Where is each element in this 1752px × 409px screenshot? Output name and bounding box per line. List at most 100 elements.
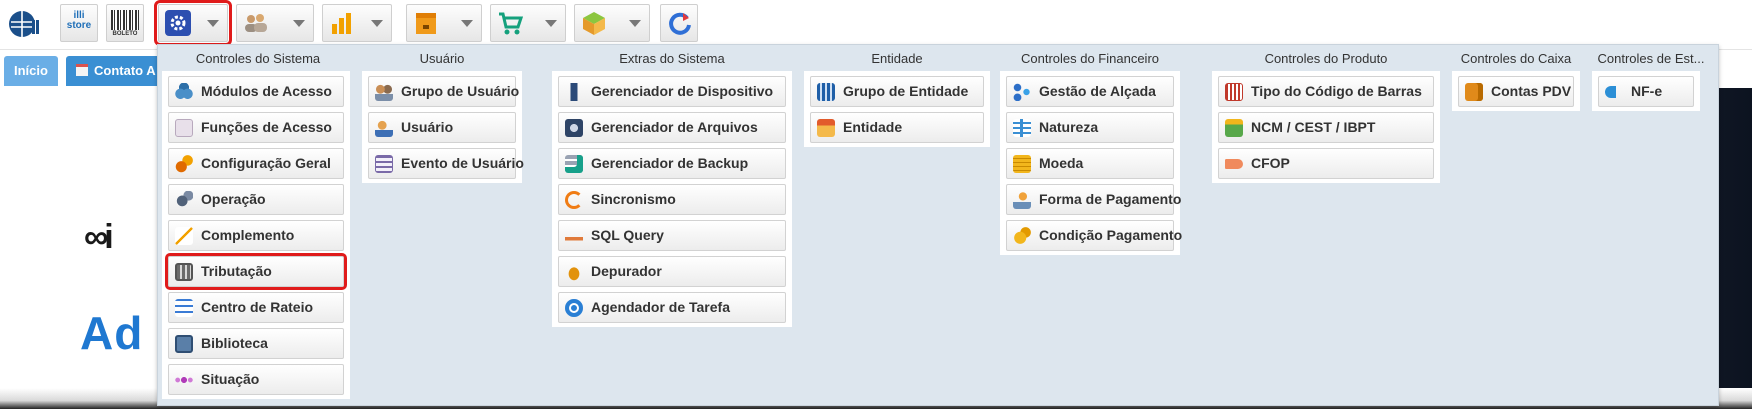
menu-item-modulos-de-acesso[interactable]: Módulos de Acesso bbox=[168, 76, 344, 107]
boleto-button[interactable]: BOLETO bbox=[106, 4, 144, 42]
box-icon bbox=[413, 10, 439, 36]
nfe-icon bbox=[1605, 86, 1623, 98]
menu-item-centro-de-rateio[interactable]: Centro de Rateio bbox=[168, 292, 344, 323]
refresh-button[interactable] bbox=[660, 4, 698, 42]
menu-item-natureza[interactable]: Natureza bbox=[1006, 112, 1174, 143]
menu-item-sincronismo[interactable]: Sincronismo bbox=[558, 184, 786, 215]
building-icon bbox=[817, 83, 835, 101]
coin-condition-icon bbox=[1013, 227, 1031, 245]
menu-item-forma-de-pagamento[interactable]: Forma de Pagamento bbox=[1006, 184, 1181, 215]
user-icon bbox=[375, 119, 393, 137]
barcode-icon bbox=[1225, 83, 1243, 101]
sync-icon bbox=[565, 191, 583, 209]
gear-icon bbox=[165, 10, 191, 36]
chevron-down-icon bbox=[545, 20, 557, 27]
sales-menu-button[interactable] bbox=[490, 4, 566, 42]
nature-tree-icon bbox=[1013, 119, 1031, 137]
package-icon bbox=[581, 10, 607, 36]
menu-item-tributacao[interactable]: Tributação bbox=[165, 253, 347, 290]
menu-item-funcoes-de-acesso[interactable]: Funções de Acesso bbox=[168, 112, 344, 143]
task-scheduler-icon bbox=[565, 299, 583, 317]
column-title: Entidade bbox=[871, 51, 923, 66]
chevron-down-icon bbox=[461, 20, 473, 27]
boleto-barcode-icon bbox=[111, 10, 139, 30]
menu-item-contas-pdv[interactable]: Contas PDV bbox=[1458, 76, 1574, 107]
backup-icon bbox=[565, 155, 583, 173]
menu-item-moeda[interactable]: Moeda bbox=[1006, 148, 1174, 179]
cart-icon bbox=[497, 10, 524, 36]
column-items: Gerenciador de Dispositivo Gerenciador d… bbox=[552, 71, 792, 327]
menu-item-biblioteca[interactable]: Biblioteca bbox=[168, 328, 344, 359]
complement-icon bbox=[175, 227, 193, 245]
menu-item-agendador-de-tarefa[interactable]: Agendador de Tarefa bbox=[558, 292, 786, 323]
menu-item-evento-de-usuario[interactable]: Evento de Usuário bbox=[368, 148, 524, 179]
column-title: Controles do Financeiro bbox=[1020, 51, 1160, 66]
illi-store-icon: illi store bbox=[66, 10, 92, 31]
stock-menu-button[interactable] bbox=[406, 4, 482, 42]
tab-contato[interactable]: Contato A bbox=[66, 56, 166, 86]
chevron-down-icon bbox=[371, 20, 383, 27]
users-menu-button[interactable] bbox=[236, 4, 314, 42]
coins-icon bbox=[1013, 155, 1031, 173]
column-title: Controles do Produto bbox=[1264, 51, 1388, 66]
library-icon bbox=[175, 335, 193, 353]
system-settings-menu-button[interactable] bbox=[154, 0, 232, 46]
column-title: Controles de Est... bbox=[1597, 51, 1705, 66]
user-group-icon bbox=[375, 83, 393, 101]
menu-item-grupo-de-usuario[interactable]: Grupo de Usuário bbox=[368, 76, 519, 107]
column-items: Grupo de Usuário Usuário Evento de Usuár… bbox=[362, 71, 524, 183]
menu-item-depurador[interactable]: Depurador bbox=[558, 256, 786, 287]
calculator-icon bbox=[175, 263, 193, 281]
menu-item-tipo-do-codigo-de-barras[interactable]: Tipo do Código de Barras bbox=[1218, 76, 1434, 107]
menu-item-complemento[interactable]: Complemento bbox=[168, 220, 344, 251]
menu-item-gerenciador-de-dispositivo[interactable]: Gerenciador de Dispositivo bbox=[558, 76, 786, 107]
menu-item-entidade[interactable]: Entidade bbox=[810, 112, 984, 143]
app-logo-icon[interactable] bbox=[6, 8, 40, 40]
reports-menu-button[interactable] bbox=[322, 4, 392, 42]
payment-icon bbox=[1013, 191, 1031, 209]
wallet-icon bbox=[1465, 83, 1483, 101]
bar-chart-icon bbox=[329, 10, 355, 36]
menu-item-cfop[interactable]: CFOP bbox=[1218, 148, 1434, 179]
menu-item-gestao-de-alcada[interactable]: Gestão de Alçada bbox=[1006, 76, 1174, 107]
heading-fragment: Ad bbox=[80, 307, 144, 359]
column-items: Gestão de Alçada Natureza Moeda Forma de… bbox=[1000, 71, 1182, 255]
tab-inicio[interactable]: Início bbox=[4, 56, 58, 86]
column-title: Extras do Sistema bbox=[619, 51, 725, 66]
column-items: Grupo de Entidade Entidade bbox=[804, 71, 990, 147]
functions-icon bbox=[175, 119, 193, 137]
menu-item-grupo-de-entidade[interactable]: Grupo de Entidade bbox=[810, 76, 984, 107]
products-menu-button[interactable] bbox=[574, 4, 650, 42]
menu-item-ncm-cest-ibpt[interactable]: NCM / CEST / IBPT bbox=[1218, 112, 1434, 143]
menu-item-nf-e[interactable]: NF-e bbox=[1598, 76, 1694, 107]
menu-item-gerenciador-de-backup[interactable]: Gerenciador de Backup bbox=[558, 148, 786, 179]
tab-bar: Início Contato A bbox=[0, 56, 180, 86]
tag-icon bbox=[1225, 159, 1243, 169]
bug-icon bbox=[565, 263, 583, 281]
checklist-icon bbox=[175, 299, 193, 317]
menu-item-usuario[interactable]: Usuário bbox=[368, 112, 516, 143]
column-title: Controles do Caixa bbox=[1460, 51, 1572, 66]
illi-store-button[interactable]: illi store bbox=[60, 4, 98, 42]
menu-item-condicao-pagamento[interactable]: Condição Pagamento bbox=[1006, 220, 1182, 251]
mysql-icon bbox=[565, 227, 583, 245]
gears-icon bbox=[175, 155, 193, 173]
column-items: Contas PDV bbox=[1452, 71, 1580, 111]
chevron-down-icon bbox=[293, 20, 305, 27]
chevron-down-icon bbox=[207, 20, 219, 27]
system-settings-dropdown: Controles do Sistema Módulos de Acesso F… bbox=[157, 44, 1719, 406]
column-items: NF-e bbox=[1592, 71, 1700, 111]
store-icon bbox=[817, 119, 835, 137]
menu-item-sql-query[interactable]: SQL Query bbox=[558, 220, 786, 251]
brand-fragment: ∞i bbox=[84, 218, 114, 256]
menu-item-configuracao-geral[interactable]: Configuração Geral bbox=[168, 148, 344, 179]
status-icon bbox=[175, 371, 193, 389]
menu-item-situacao[interactable]: Situação bbox=[168, 364, 344, 395]
hierarchy-icon bbox=[1013, 83, 1031, 101]
column-items: Módulos de Acesso Funções de Acesso Conf… bbox=[162, 71, 350, 399]
operation-icon bbox=[175, 191, 193, 209]
menu-item-operacao[interactable]: Operação bbox=[168, 184, 344, 215]
calendar-icon bbox=[76, 64, 88, 76]
boleto-label: BOLETO bbox=[112, 31, 138, 37]
menu-item-gerenciador-de-arquivos[interactable]: Gerenciador de Arquivos bbox=[558, 112, 786, 143]
